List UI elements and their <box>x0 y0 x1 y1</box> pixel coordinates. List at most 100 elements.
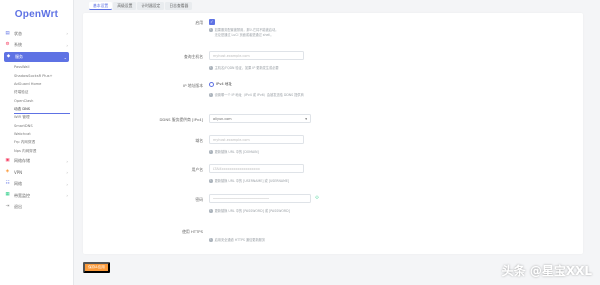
ip-version-hint-text: 设置哪一个 IP 地址（IPv4 或 IPv6）会被发送给 DDNS 提供商 <box>214 93 304 97</box>
sidebar-item-label: 网络 <box>14 181 22 187</box>
username-field: LTAI4xxxxxxxxxxxxxxxxxxx <box>209 164 304 173</box>
info-icon: i <box>209 237 213 242</box>
vpn-icon: ◈ <box>5 169 10 175</box>
bandwidth-icon: ▦ <box>5 192 10 198</box>
info-icon: i <box>209 27 213 32</box>
username-hint-text: 更新替换 URL 中的 [USERNAME] 或 [USERNAME] <box>214 179 290 183</box>
chevron-right-icon: › <box>66 42 68 48</box>
provider-select[interactable]: aliyun.com ▾ <box>209 114 311 123</box>
ddns-settings-card: 启用 ✓ i 如果服务配置被禁用，那么它将不能被启动。 无论是通过 LuCI 页… <box>83 13 583 254</box>
openwrt-logo[interactable]: OpenWrt <box>0 0 73 28</box>
radio-button <box>209 82 214 87</box>
system-icon: ⚙ <box>5 42 10 47</box>
domain-hint-text: 更新替换 URL 中的 [DOMAIN] <box>214 150 259 154</box>
submenu-item-passwall[interactable]: PassWall <box>0 63 73 71</box>
submenu-item-nps[interactable]: Nps 内网穿透 <box>0 147 73 155</box>
lookup-host-hint: i 主机名/FQDN 验证，如果 IP 更新发生或必要 <box>209 66 279 71</box>
submenu-item-ssr-plus[interactable]: ShadowSocksR Plus+ <box>0 71 73 79</box>
sidebar-item-label: 状态 <box>14 30 22 36</box>
enable-hint-line2: 无论是通过 LuCI 页面或者是通过 shell。 <box>214 32 274 37</box>
tab-log-viewer[interactable]: 日志查看器 <box>165 2 193 10</box>
sidebar-item-label: 网络存储 <box>14 158 30 164</box>
password-hint: i 更新替换 URL 中的 [PASSWORD] 或 [PASSWORD] <box>209 209 290 214</box>
sidebar-item-label: 服务 <box>15 54 23 59</box>
submenu-item-openclash[interactable]: OpenClash <box>0 97 73 105</box>
sidebar-nav: ▤ 状态 › ⚙ 系统 › ◆ 服务 ⌄ <box>0 28 73 62</box>
password-input[interactable]: •••••••••••••••••••••••••••• <box>209 194 311 203</box>
ip-version-label: IP 地址版本 <box>183 83 203 88</box>
sidebar: OpenWrt ▤ 状态 › ⚙ 系统 › ◆ 服务 ⌄ PassWall Sh… <box>0 0 74 285</box>
tab-timer-settings[interactable]: 计时器设定 <box>137 2 165 10</box>
tab-basic-settings[interactable]: 基本设置 <box>89 2 113 10</box>
enable-hint: i 如果服务配置被禁用，那么它将不能被启动。 无论是通过 LuCI 页面或者是通… <box>209 28 278 37</box>
sidebar-item-label: VPN <box>14 170 23 176</box>
submenu-item-smartdns[interactable]: SmartDNS <box>0 122 73 130</box>
sidebar-item-status[interactable]: ▤ 状态 › <box>0 28 73 40</box>
sidebar-item-label: 系统 <box>14 42 22 48</box>
submenu-item-wifi[interactable]: WiFi 管理 <box>0 113 73 121</box>
sidebar-item-storage[interactable]: ▣ 网络存储 › <box>0 155 73 167</box>
ip-version-option-label: IPv4 地址 <box>216 82 232 86</box>
info-icon: i <box>209 178 213 183</box>
tab-bar: 基本设置 高级设置 计时器设定 日志查看器 <box>89 2 193 10</box>
tab-advanced-settings[interactable]: 高级设置 <box>113 2 137 10</box>
domain-field: myhost.example.com <box>209 135 304 144</box>
sidebar-item-system[interactable]: ⚙ 系统 › <box>0 40 73 52</box>
submenu-item-terminal[interactable]: 终端验证 <box>0 88 73 96</box>
sidebar-item-vpn[interactable]: ◈ VPN › <box>0 167 73 179</box>
save-apply-button[interactable]: 保存&应用 <box>83 262 110 273</box>
enable-label: 启用 <box>195 20 203 25</box>
main-content: 基本设置 高级设置 计时器设定 日志查看器 启用 ✓ i 如果服务配置被禁用，那… <box>74 0 600 285</box>
sidebar-item-services[interactable]: ◆ 服务 ⌄ <box>4 52 69 62</box>
username-input[interactable]: LTAI4xxxxxxxxxxxxxxxxxxx <box>209 164 304 173</box>
submenu-item-frp[interactable]: Frp 内网穿透 <box>0 139 73 147</box>
sidebar-item-logout[interactable]: ⇥ 退出 <box>0 201 73 213</box>
info-icon: i <box>209 65 213 70</box>
ip-version-field: IPv4 地址 <box>209 82 232 87</box>
network-icon: ☷ <box>5 180 10 186</box>
provider-label: DDNS 服务提供商 [IPv4] <box>159 117 203 122</box>
enable-checkbox[interactable]: ✓ <box>209 19 215 25</box>
chevron-right-icon: › <box>66 158 68 164</box>
info-icon: i <box>209 208 213 213</box>
info-icon: i <box>209 149 213 154</box>
watermark-text: 头条 @星宝XXL <box>501 264 592 278</box>
logout-icon: ⇥ <box>5 203 10 209</box>
enable-checkbox-wrap: ✓ <box>209 19 215 25</box>
https-hint-text: 启用安全通道 HTTPS 通信更新服务 <box>214 238 266 242</box>
info-icon: i <box>209 92 213 97</box>
domain-label: 域名 <box>195 138 203 143</box>
domain-input[interactable]: myhost.example.com <box>209 135 304 144</box>
password-label: 密码 <box>195 197 203 202</box>
username-label: 用户名 <box>191 167 203 172</box>
ip-version-radio-ipv4[interactable]: IPv4 地址 <box>209 82 232 87</box>
submenu-item-ddns[interactable]: 动态 DNS <box>0 105 73 114</box>
submenu-item-adguard[interactable]: AdGuard Home <box>0 80 73 88</box>
chevron-down-icon: ⌄ <box>63 54 67 60</box>
lookup-host-input[interactable]: myhost.example.com <box>209 51 304 60</box>
lookup-host-field: myhost.example.com <box>209 51 304 60</box>
password-field: •••••••••••••••••••••••••••• <box>209 194 311 203</box>
sidebar-nav-lower: ▣ 网络存储 › ◈ VPN › ☷ 网络 › ▦ 带宽监控 › ⇥ 退出 <box>0 155 73 213</box>
chevron-right-icon: › <box>66 181 68 187</box>
reveal-password-icon[interactable]: ⟐ <box>315 195 319 201</box>
caret-down-icon: ▾ <box>305 116 307 121</box>
watermark: 头条 @星宝XXL <box>502 262 592 279</box>
domain-hint: i 更新替换 URL 中的 [DOMAIN] <box>209 150 259 155</box>
password-hint-text: 更新替换 URL 中的 [PASSWORD] 或 [PASSWORD] <box>214 209 290 213</box>
sidebar-item-network[interactable]: ☷ 网络 › <box>0 178 73 190</box>
https-label: 使用 HTTPS <box>182 229 203 234</box>
sidebar-item-bandwidth[interactable]: ▦ 带宽监控 › <box>0 190 73 202</box>
chevron-right-icon: › <box>66 170 68 176</box>
enable-hint-text: 如果服务配置被禁用，那么它将不能被启动。 无论是通过 LuCI 页面或者是通过 … <box>215 28 279 37</box>
storage-icon: ▣ <box>5 157 10 163</box>
chevron-right-icon: › <box>66 193 68 199</box>
lookup-host-label: 查询主机名 <box>184 54 203 59</box>
lookup-host-hint-text: 主机名/FQDN 验证，如果 IP 更新发生或必要 <box>214 66 279 70</box>
status-icon: ▤ <box>5 30 10 36</box>
chevron-right-icon: › <box>66 31 68 37</box>
submenu-item-watchcat[interactable]: Watchcat <box>0 130 73 138</box>
sidebar-item-label: 带宽监控 <box>14 192 30 198</box>
username-hint: i 更新替换 URL 中的 [USERNAME] 或 [USERNAME] <box>209 179 289 184</box>
sidebar-item-label: 退出 <box>14 204 22 210</box>
